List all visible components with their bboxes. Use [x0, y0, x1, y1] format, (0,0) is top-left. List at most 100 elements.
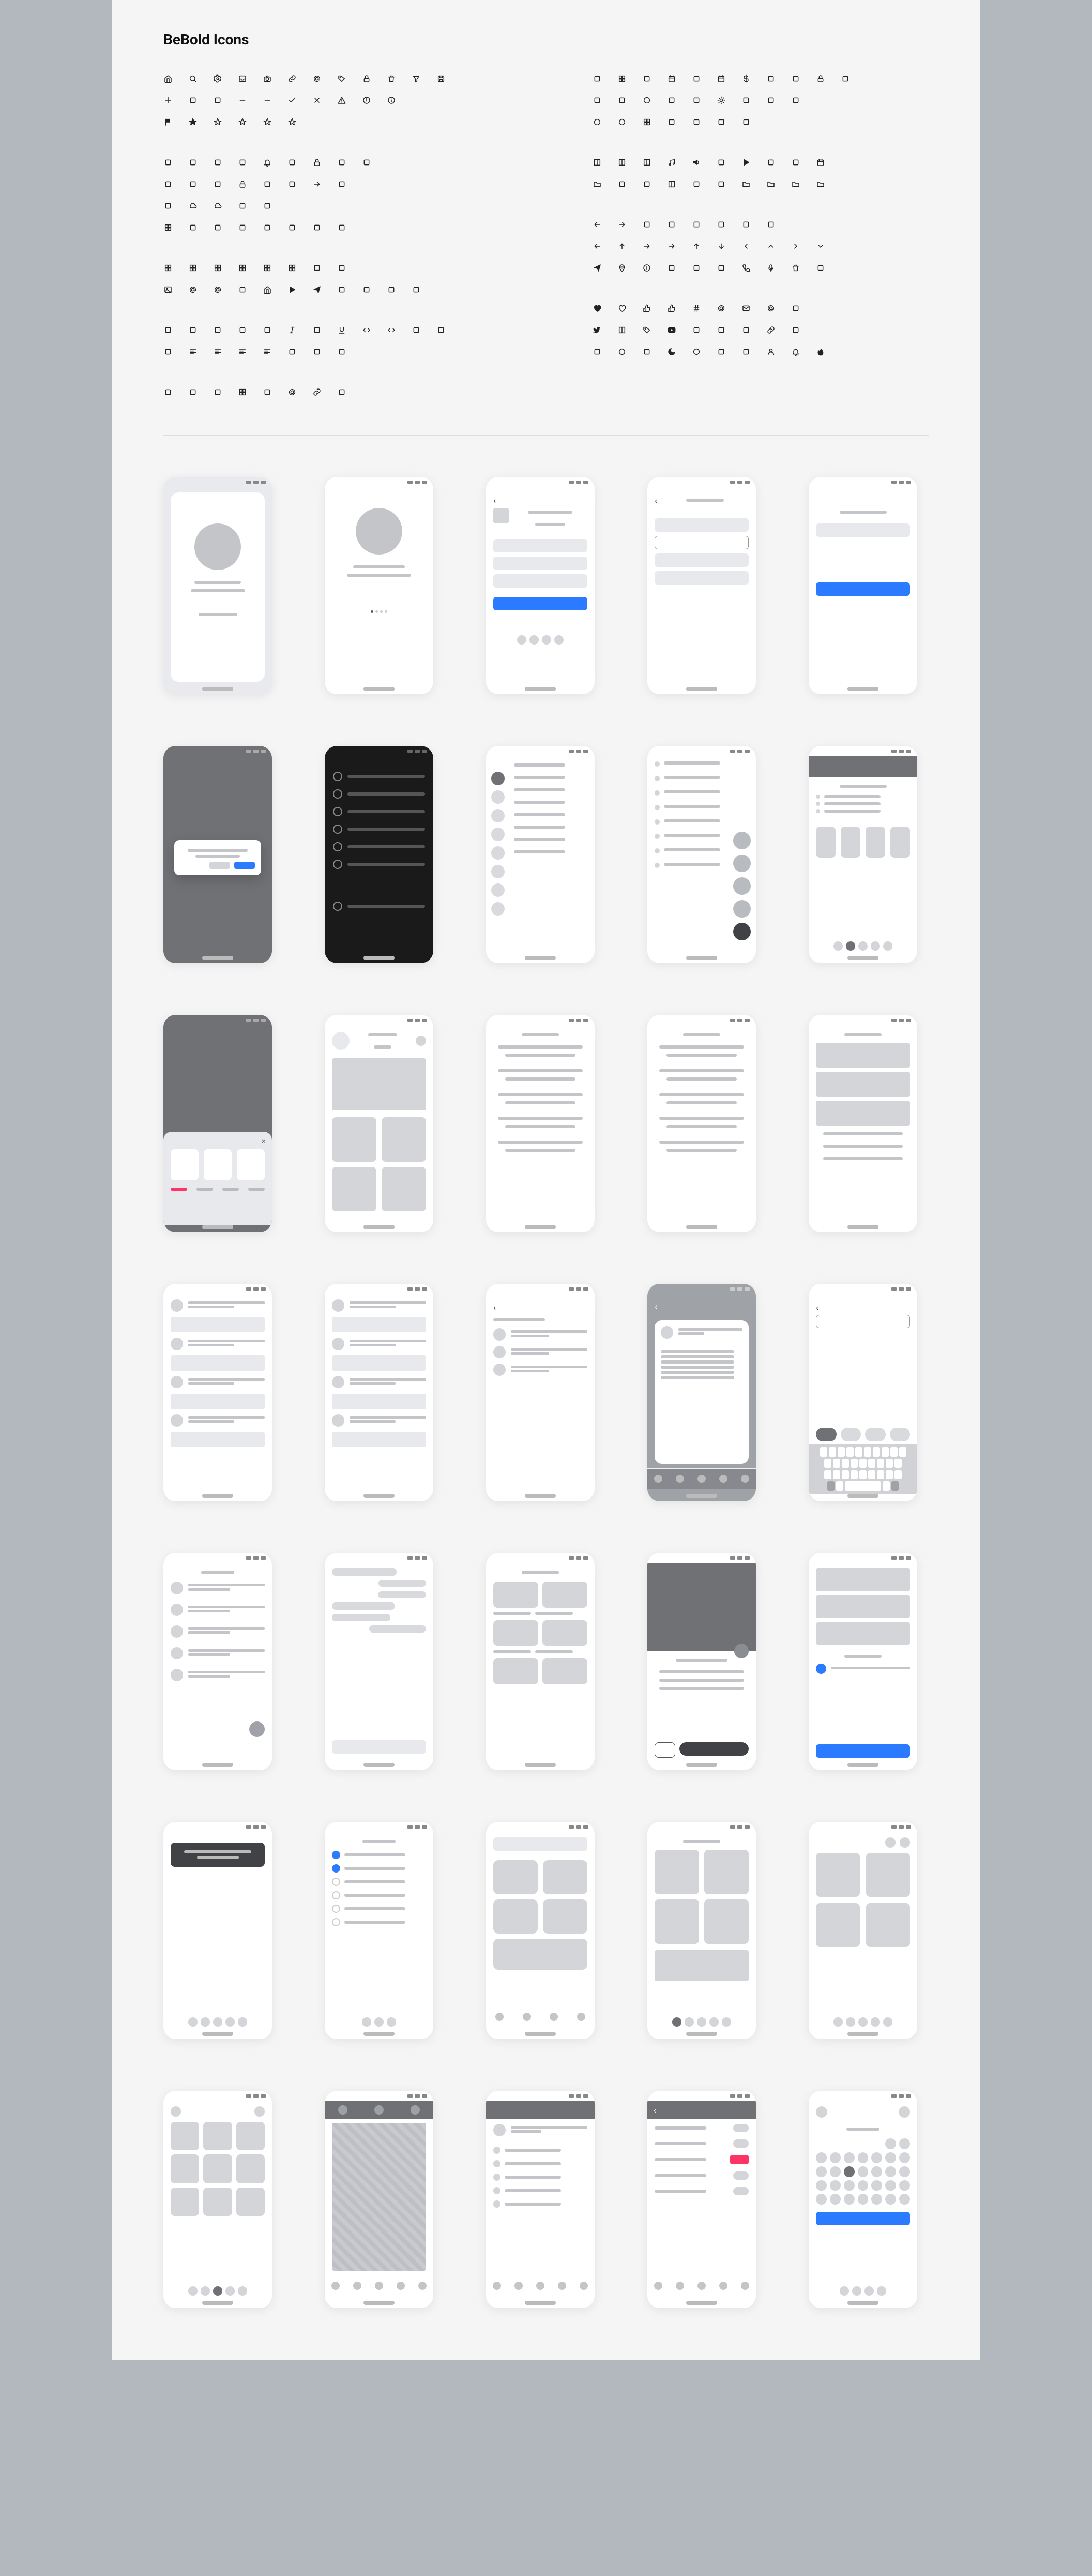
submit-button[interactable]: [816, 582, 910, 596]
tag-icon: [337, 74, 346, 83]
keyboard[interactable]: [809, 1444, 917, 1494]
phone-keyboard-compose: ‹: [809, 1284, 917, 1501]
toggle[interactable]: [733, 2187, 749, 2195]
plus-icon: [163, 96, 173, 105]
icon-row: [593, 74, 929, 83]
phone-grid-big: [809, 1822, 917, 2039]
toggle[interactable]: [733, 2124, 749, 2132]
phone-content: [809, 1832, 917, 2032]
star-icon: [213, 117, 222, 127]
grid5-icon: [238, 263, 247, 273]
arrows-icon: [337, 387, 346, 397]
home-indicator: [847, 1225, 878, 1229]
square-icon: [816, 263, 825, 273]
align-right-icon: [238, 347, 247, 356]
phone-content: [325, 1832, 433, 2032]
status-bar: [163, 1553, 272, 1563]
toggle[interactable]: [733, 2171, 749, 2180]
home-indicator: [686, 956, 717, 960]
thumbs-down-icon: [667, 304, 676, 313]
phone-map: [325, 2091, 433, 2308]
back-icon[interactable]: ‹: [493, 496, 496, 505]
phone-content: [809, 1563, 917, 1763]
reload-icon: [741, 347, 751, 356]
cta-button[interactable]: [679, 1742, 749, 1756]
square-icon: [642, 347, 651, 356]
status-bar: [486, 1284, 595, 1294]
primary-button[interactable]: [493, 597, 587, 610]
icon-row: [163, 74, 499, 83]
link-icon: [287, 74, 297, 83]
phone-action-sheet: ×: [163, 1015, 272, 1232]
home-indicator: [202, 687, 233, 691]
phone-calendar: [809, 2091, 917, 2308]
play-icon: [287, 285, 297, 294]
primary-button[interactable]: [816, 1744, 910, 1758]
phone-content: [647, 1563, 756, 1763]
expand-icon: [717, 220, 726, 229]
close-icon[interactable]: ×: [261, 1136, 266, 1146]
more-v-icon: [287, 223, 297, 232]
bell-icon: [263, 158, 272, 167]
status-bar: [486, 2091, 595, 2101]
phone-sidebar-dark: [325, 746, 433, 963]
layers-icon: [163, 387, 173, 397]
status-bar: [163, 1015, 272, 1025]
status-bar: [163, 746, 272, 756]
print-icon: [387, 285, 396, 294]
info-icon: [642, 263, 651, 273]
home-indicator: [686, 1494, 717, 1498]
phone-content: [163, 756, 272, 956]
status-bar: [486, 1015, 595, 1025]
cursor-icon: [717, 117, 726, 127]
home-indicator: [363, 956, 395, 960]
asterisk-icon: [667, 117, 676, 127]
sun-icon: [717, 96, 726, 105]
book-icon: [667, 179, 676, 189]
calendar[interactable]: [816, 2138, 910, 2205]
toggle[interactable]: [733, 2139, 749, 2148]
home-indicator: [202, 1494, 233, 1498]
type-icon: [163, 347, 173, 356]
toggle[interactable]: [730, 2155, 749, 2164]
arrow-up-icon: [617, 242, 627, 251]
arrow-left-icon: [593, 242, 602, 251]
phone-content: [647, 756, 756, 956]
square-icon: [263, 179, 272, 189]
link-icon: [312, 387, 322, 397]
phone-content: ‹: [647, 2101, 756, 2301]
hourglass-icon: [593, 347, 602, 356]
undo-icon: [642, 220, 651, 229]
home-indicator: [363, 2032, 395, 2036]
fab-button[interactable]: [249, 1721, 265, 1737]
search-input[interactable]: [493, 1837, 587, 1851]
cut-icon: [213, 325, 222, 335]
icon-row: [593, 263, 929, 273]
status-bar: [325, 1015, 433, 1025]
grid6-icon: [263, 263, 272, 273]
status-bar: [163, 1284, 272, 1294]
phone-gallery: [163, 2091, 272, 2308]
phone-content: [486, 756, 595, 956]
refresh-icon: [188, 96, 198, 105]
square-icon: [213, 179, 222, 189]
icon-row: [163, 158, 499, 167]
home-indicator: [525, 1225, 556, 1229]
star-filled-icon: [188, 117, 198, 127]
phone-content: [163, 487, 272, 687]
power-icon: [287, 179, 297, 189]
heart-icon: [593, 304, 602, 313]
phone-profile-cards: [325, 1015, 433, 1232]
phone-content: ‹: [809, 1294, 917, 1494]
map-view[interactable]: [332, 2123, 426, 2271]
status-bar: [647, 1015, 756, 1025]
fullscreen-icon: [213, 387, 222, 397]
linkedin-icon: [766, 325, 776, 335]
square-icon: [188, 387, 198, 397]
home-indicator: [847, 2032, 878, 2036]
stack-icon: [642, 179, 651, 189]
hash-icon: [692, 304, 701, 313]
confirm-button[interactable]: [816, 2212, 910, 2225]
instagram-icon: [642, 325, 651, 335]
expand-icon: [741, 220, 751, 229]
